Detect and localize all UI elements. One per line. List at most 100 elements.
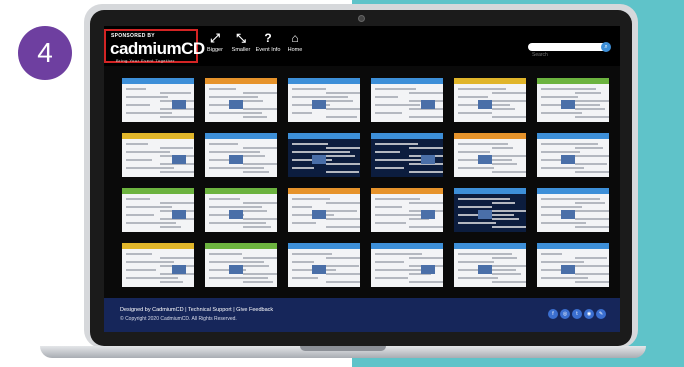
poster-text-line xyxy=(126,88,146,90)
poster-text-line xyxy=(409,171,443,173)
poster-text-line xyxy=(375,269,426,271)
poster-text-line xyxy=(292,198,330,200)
poster-text-line xyxy=(492,226,526,228)
poster-thumbnail[interactable] xyxy=(205,133,277,177)
poster-thumbnail[interactable] xyxy=(454,78,526,122)
poster-text-line xyxy=(458,167,494,169)
poster-text-line xyxy=(126,277,178,279)
footer-links[interactable]: Designed by CadmiumCD | Technical Suppor… xyxy=(120,307,273,313)
poster-thumbnail[interactable] xyxy=(537,133,609,177)
poster-text-line xyxy=(375,151,400,153)
poster-text-line xyxy=(375,104,420,106)
twitter-icon[interactable]: t xyxy=(572,309,582,319)
poster-text-line xyxy=(126,269,156,271)
poster-thumbnail[interactable] xyxy=(288,243,360,287)
poster-text-line xyxy=(243,257,277,259)
poster-figure xyxy=(312,100,326,109)
poster-thumbnail[interactable] xyxy=(122,243,194,287)
poster-header-bar xyxy=(205,133,277,139)
poster-text-line xyxy=(126,214,154,216)
poster-thumbnail[interactable] xyxy=(454,133,526,177)
poster-text-line xyxy=(575,163,607,165)
search-input[interactable] xyxy=(528,51,596,59)
poster-thumbnail[interactable] xyxy=(288,133,360,177)
poster-text-line xyxy=(326,281,360,283)
poster-text-line xyxy=(243,108,277,110)
instagram-icon[interactable]: ◎ xyxy=(560,309,570,319)
poster-figure xyxy=(561,265,575,274)
poster-text-line xyxy=(409,147,443,149)
poster-thumbnail[interactable] xyxy=(122,133,194,177)
sponsor-logo-highlight[interactable]: SPONSORED BY cadmiumCD Bring Your Event … xyxy=(104,29,205,63)
poster-figure xyxy=(229,100,243,109)
poster-text-line xyxy=(575,273,609,275)
poster-text-line xyxy=(492,218,519,220)
poster-thumbnail[interactable] xyxy=(205,188,277,232)
laptop-screen: SPONSORED BY cadmiumCD Bring Your Event … xyxy=(104,26,620,332)
poster-text-line xyxy=(575,265,609,267)
poster-text-line xyxy=(575,171,609,173)
poster-text-line xyxy=(458,88,506,90)
poster-thumbnail[interactable] xyxy=(371,78,443,122)
poster-thumbnail[interactable] xyxy=(371,133,443,177)
poster-text-line xyxy=(492,202,515,204)
poster-thumbnail[interactable] xyxy=(537,188,609,232)
poster-figure xyxy=(312,155,326,164)
poster-thumbnail[interactable] xyxy=(454,188,526,232)
search-icon[interactable]: ⌕ xyxy=(601,42,611,52)
poster-text-line xyxy=(326,108,360,110)
poster-text-line xyxy=(541,151,580,153)
poster-header-bar xyxy=(537,133,609,139)
poster-text-line xyxy=(243,163,277,165)
footer-bar: Designed by CadmiumCD | Technical Suppor… xyxy=(104,298,620,332)
event-info-button[interactable]: ? Event Info xyxy=(254,31,282,53)
poster-text-line xyxy=(126,198,150,200)
poster-text-line xyxy=(541,261,584,263)
poster-text-line xyxy=(243,202,277,204)
poster-text-line xyxy=(126,253,152,255)
poster-header-bar xyxy=(122,78,194,84)
poster-thumbnail[interactable] xyxy=(371,188,443,232)
poster-text-line xyxy=(209,198,240,200)
poster-thumbnail[interactable] xyxy=(537,243,609,287)
poster-figure xyxy=(229,155,243,164)
feedback-icon[interactable]: ✎ xyxy=(596,309,606,319)
facebook-icon[interactable]: f xyxy=(548,309,558,319)
home-button[interactable]: ⌂ Home xyxy=(284,31,306,53)
poster-thumbnail[interactable] xyxy=(371,243,443,287)
poster-text-line xyxy=(541,222,586,224)
poster-text-line xyxy=(458,143,508,145)
poster-text-line xyxy=(458,277,498,279)
poster-thumbnail[interactable] xyxy=(205,78,277,122)
poster-text-line xyxy=(126,143,148,145)
poster-thumbnail[interactable] xyxy=(288,188,360,232)
poster-text-line xyxy=(243,155,265,157)
poster-thumbnail[interactable] xyxy=(122,188,194,232)
poster-thumbnail[interactable] xyxy=(122,78,194,122)
bigger-button[interactable]: ⤢ Bigger xyxy=(204,31,226,53)
poster-text-line xyxy=(126,206,172,208)
poster-thumbnail[interactable] xyxy=(454,243,526,287)
poster-text-line xyxy=(326,147,360,149)
poster-figure xyxy=(421,265,435,274)
poster-text-line xyxy=(458,206,492,208)
poster-text-line xyxy=(126,261,174,263)
poster-text-line xyxy=(160,281,183,283)
poster-text-line xyxy=(126,222,176,224)
poster-thumbnail[interactable] xyxy=(288,78,360,122)
poster-header-bar xyxy=(122,188,194,194)
poster-header-bar xyxy=(454,188,526,194)
poster-text-line xyxy=(575,281,609,283)
poster-thumbnail[interactable] xyxy=(205,243,277,287)
poster-figure xyxy=(478,100,492,109)
poster-figure xyxy=(172,155,186,164)
smaller-button[interactable]: ⤡ Smaller xyxy=(228,31,254,53)
poster-text-line xyxy=(492,92,526,94)
poster-text-line xyxy=(492,155,526,157)
poster-text-line xyxy=(292,277,318,279)
poster-thumbnail[interactable] xyxy=(537,78,609,122)
poster-text-line xyxy=(375,222,406,224)
poster-text-line xyxy=(160,226,181,228)
dribbble-icon[interactable]: ◉ xyxy=(584,309,594,319)
poster-text-line xyxy=(375,277,408,279)
